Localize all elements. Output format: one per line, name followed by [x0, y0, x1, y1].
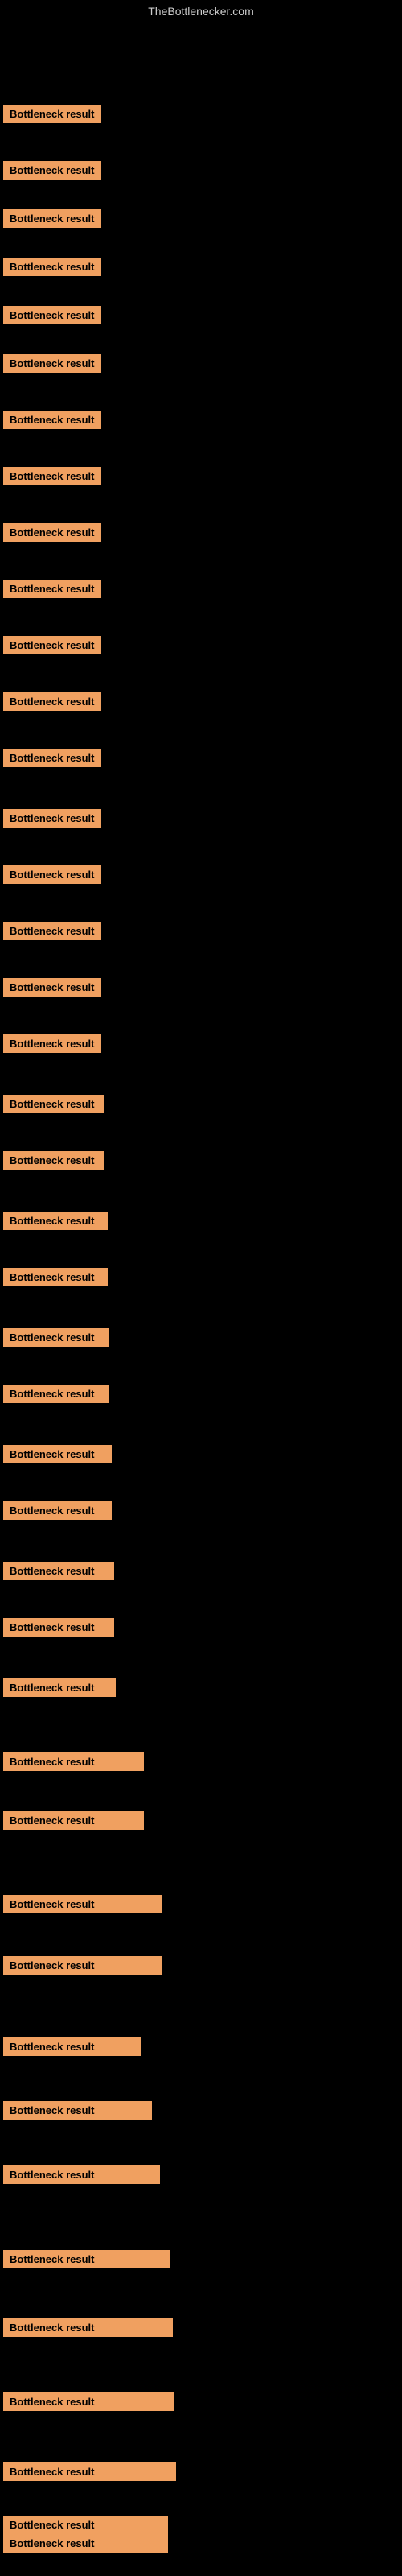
result-item-35: Bottleneck result: [3, 2101, 152, 2120]
result-item-40: Bottleneck result: [3, 2462, 176, 2481]
result-item-33: Bottleneck result: [3, 1956, 162, 1975]
result-item-39: Bottleneck result: [3, 2392, 174, 2411]
result-item-3: Bottleneck result: [3, 209, 100, 228]
result-item-42: Bottleneck result: [3, 2516, 168, 2534]
result-item-16: Bottleneck result: [3, 922, 100, 940]
result-item-38: Bottleneck result: [3, 2318, 173, 2337]
result-item-27: Bottleneck result: [3, 1562, 114, 1580]
result-item-25: Bottleneck result: [3, 1445, 112, 1463]
result-item-8: Bottleneck result: [3, 467, 100, 485]
result-item-12: Bottleneck result: [3, 692, 100, 711]
result-item-6: Bottleneck result: [3, 354, 100, 373]
result-item-24: Bottleneck result: [3, 1385, 109, 1403]
result-item-14: Bottleneck result: [3, 809, 100, 828]
result-item-1: Bottleneck result: [3, 105, 100, 123]
site-title: TheBottlenecker.com: [0, 5, 402, 18]
result-item-2: Bottleneck result: [3, 161, 100, 180]
result-item-22: Bottleneck result: [3, 1268, 108, 1286]
result-item-29: Bottleneck result: [3, 1678, 116, 1697]
result-item-26: Bottleneck result: [3, 1501, 112, 1520]
result-item-5: Bottleneck result: [3, 306, 100, 324]
result-item-9: Bottleneck result: [3, 523, 100, 542]
result-item-37: Bottleneck result: [3, 2250, 170, 2268]
result-item-11: Bottleneck result: [3, 636, 100, 654]
result-item-32: Bottleneck result: [3, 1895, 162, 1913]
result-item-20: Bottleneck result: [3, 1151, 104, 1170]
result-item-34: Bottleneck result: [3, 2037, 141, 2056]
result-item-7: Bottleneck result: [3, 411, 100, 429]
result-item-15: Bottleneck result: [3, 865, 100, 884]
result-item-18: Bottleneck result: [3, 1034, 100, 1053]
result-item-41: Bottleneck result: [3, 2534, 168, 2553]
result-item-21: Bottleneck result: [3, 1212, 108, 1230]
result-item-30: Bottleneck result: [3, 1752, 144, 1771]
main-container: TheBottlenecker.com Bottleneck result Bot…: [0, 0, 402, 2576]
result-item-19: Bottleneck result: [3, 1095, 104, 1113]
result-item-36: Bottleneck result: [3, 2165, 160, 2184]
result-item-31: Bottleneck result: [3, 1811, 144, 1830]
result-item-23: Bottleneck result: [3, 1328, 109, 1347]
result-item-13: Bottleneck result: [3, 749, 100, 767]
result-item-4: Bottleneck result: [3, 258, 100, 276]
result-item-10: Bottleneck result: [3, 580, 100, 598]
result-item-28: Bottleneck result: [3, 1618, 114, 1637]
result-item-17: Bottleneck result: [3, 978, 100, 997]
